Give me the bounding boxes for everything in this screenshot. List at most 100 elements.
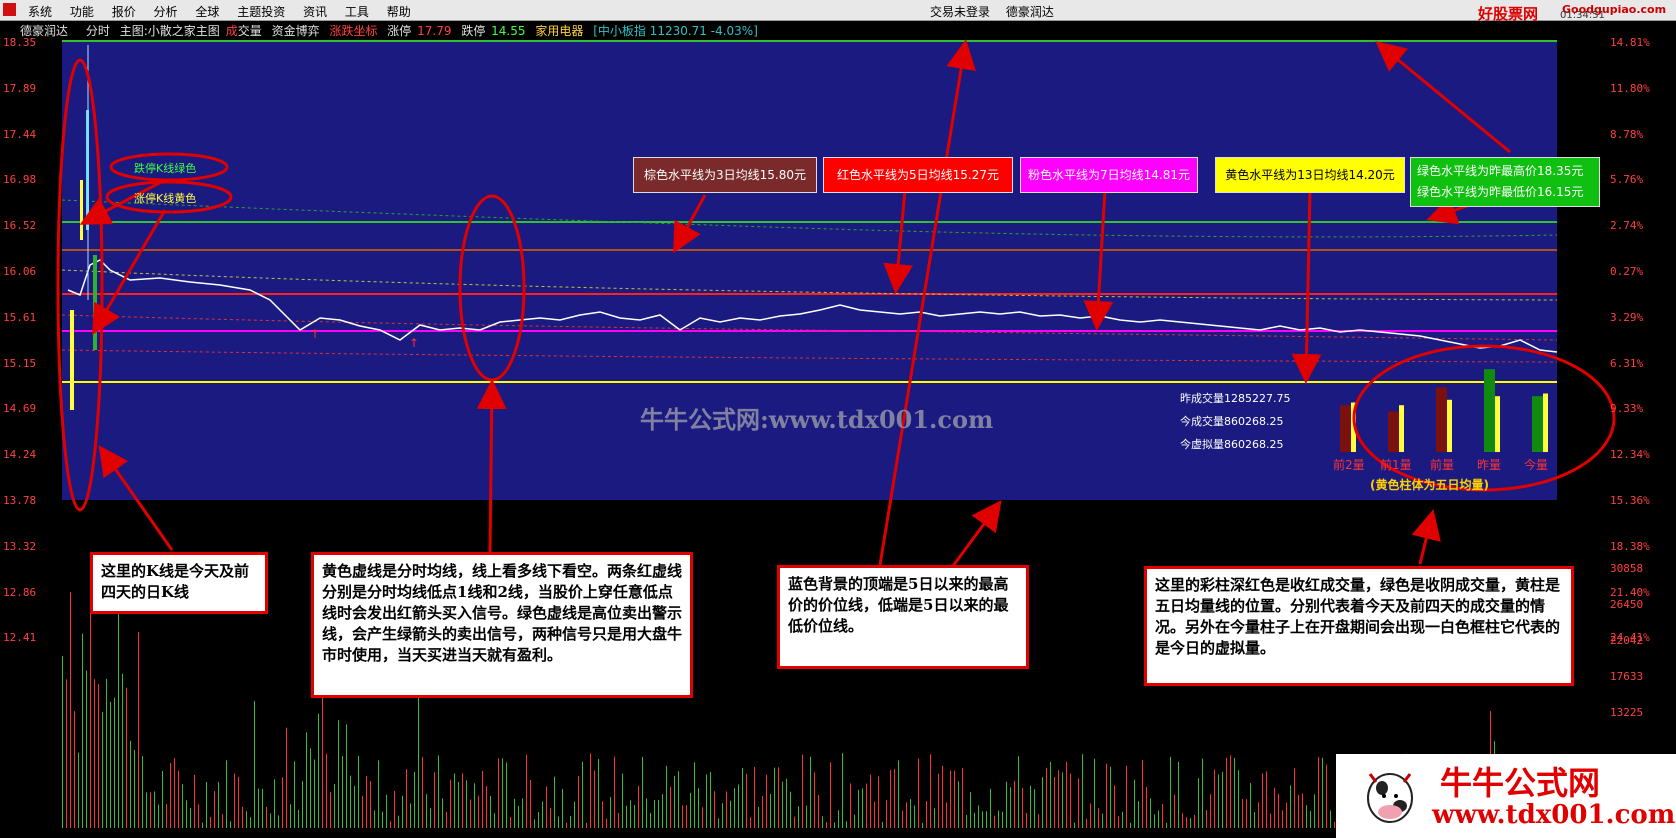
volume-bar bbox=[1274, 787, 1275, 828]
volume-bar bbox=[610, 797, 611, 828]
volume-bar bbox=[1026, 812, 1027, 828]
volume-bar bbox=[134, 749, 135, 828]
volume-bar bbox=[690, 792, 691, 828]
volume-bar bbox=[1218, 774, 1219, 828]
volume-bar bbox=[838, 810, 839, 828]
volume-bar bbox=[406, 769, 407, 828]
volume-bar bbox=[654, 799, 655, 828]
cow-mascot-icon bbox=[1367, 773, 1413, 823]
volume-bar bbox=[486, 786, 487, 828]
volume-bar bbox=[70, 592, 71, 828]
volume-bar bbox=[1042, 777, 1043, 828]
kline-candle-1 bbox=[70, 310, 74, 410]
avg-volume-bar bbox=[1495, 396, 1500, 452]
volume-bar bbox=[1234, 757, 1235, 828]
volume-bar bbox=[806, 805, 807, 828]
volume-bar bbox=[942, 765, 943, 828]
volume-bar bbox=[258, 788, 259, 828]
volume-bar bbox=[774, 767, 775, 828]
volume-bar bbox=[694, 762, 695, 828]
volume-bar bbox=[278, 815, 279, 828]
volume-bar bbox=[566, 822, 567, 828]
volume-compare-bar bbox=[1532, 396, 1543, 452]
volume-bar bbox=[506, 762, 507, 828]
volume-bar bbox=[298, 809, 299, 828]
volume-bar bbox=[598, 759, 599, 828]
volume-bar bbox=[1210, 794, 1211, 828]
volume-bar bbox=[1006, 781, 1007, 828]
promo-url[interactable]: www.tdx001.com bbox=[1432, 800, 1675, 830]
volume-bar bbox=[638, 785, 639, 828]
bar-label-prev1: 前1量 bbox=[1380, 458, 1412, 472]
volume-bar bbox=[894, 769, 895, 828]
volume-bar bbox=[866, 783, 867, 828]
volume-bar bbox=[270, 813, 271, 828]
ma3-info-box: 棕色水平线为3日均线15.80元 bbox=[633, 157, 817, 193]
volume-bar bbox=[402, 795, 403, 828]
volume-bar bbox=[442, 798, 443, 828]
axis-tick-label: 16.98 bbox=[3, 173, 37, 187]
volume-bar bbox=[1226, 757, 1227, 828]
axis-tick-label: 2.74% bbox=[1610, 219, 1644, 233]
volume-bar bbox=[590, 753, 591, 828]
volume-bar bbox=[558, 816, 559, 828]
volume-bar bbox=[1158, 810, 1159, 828]
volume-bar bbox=[294, 761, 295, 828]
volume-bar bbox=[750, 817, 751, 828]
volume-bar bbox=[686, 805, 687, 828]
volume-bar bbox=[350, 775, 351, 828]
volume-bar bbox=[1330, 810, 1331, 828]
volume-bar bbox=[618, 812, 619, 828]
volume-bar bbox=[470, 799, 471, 828]
volume-bar bbox=[422, 756, 423, 828]
avgline-note: 黄色虚线是分时均线，线上看多线下看空。两条红虚线分别是分时均线低点1线和2线，当… bbox=[311, 552, 693, 698]
volume-bar bbox=[230, 821, 231, 828]
volume-bar bbox=[538, 812, 539, 828]
volume-bar bbox=[742, 767, 743, 828]
volume-bar bbox=[1262, 773, 1263, 828]
volume-bar bbox=[1238, 770, 1239, 828]
volume-bar bbox=[834, 822, 835, 828]
volume-bar bbox=[1194, 814, 1195, 828]
volume-bar bbox=[1038, 814, 1039, 828]
bar-label-today: 今量 bbox=[1524, 458, 1549, 472]
axis-tick-label: 12.41 bbox=[3, 631, 37, 645]
volume-bar bbox=[122, 673, 123, 828]
volume-bar bbox=[478, 795, 479, 828]
volume-bar bbox=[210, 816, 211, 828]
volume-bar bbox=[354, 786, 355, 828]
volume-bar bbox=[394, 791, 395, 828]
volume-bar bbox=[1086, 818, 1087, 828]
volume-bar bbox=[274, 779, 275, 828]
volume-bar bbox=[1170, 756, 1171, 828]
volume-compare-bar bbox=[1340, 405, 1351, 452]
virtual-volume-info: 今虚拟量860268.25 bbox=[1180, 438, 1284, 451]
avg-volume-bar bbox=[1399, 405, 1404, 452]
volume-bar bbox=[726, 791, 727, 828]
volume-bar bbox=[410, 803, 411, 828]
volume-bar bbox=[290, 804, 291, 828]
volume-bar bbox=[938, 773, 939, 828]
volume-bar bbox=[1254, 812, 1255, 828]
prev-volume-info: 昨成交量1285227.75 bbox=[1180, 392, 1291, 405]
volume-bar bbox=[1182, 812, 1183, 828]
axis-tick-label: 5.76% bbox=[1610, 173, 1644, 187]
volume-bar bbox=[254, 701, 255, 828]
ma13-info-box: 黄色水平线为13日均线14.20元 bbox=[1215, 157, 1405, 193]
volume-bar bbox=[754, 767, 755, 828]
volume-bar bbox=[146, 792, 147, 828]
volume-bar bbox=[946, 802, 947, 828]
volume-bar bbox=[570, 816, 571, 828]
volume-bar bbox=[818, 795, 819, 828]
volume-bar bbox=[886, 800, 887, 828]
volume-bar bbox=[374, 810, 375, 828]
volume-bar bbox=[1010, 787, 1011, 828]
volume-bar bbox=[1046, 767, 1047, 828]
volume-bar bbox=[642, 756, 643, 828]
volume-bar bbox=[1326, 764, 1327, 828]
volume-bar bbox=[1090, 803, 1091, 828]
volume-bar bbox=[78, 752, 79, 828]
volume-bar bbox=[706, 774, 707, 828]
volume-bar bbox=[414, 771, 415, 828]
axis-tick-label: 13.78 bbox=[3, 494, 37, 507]
